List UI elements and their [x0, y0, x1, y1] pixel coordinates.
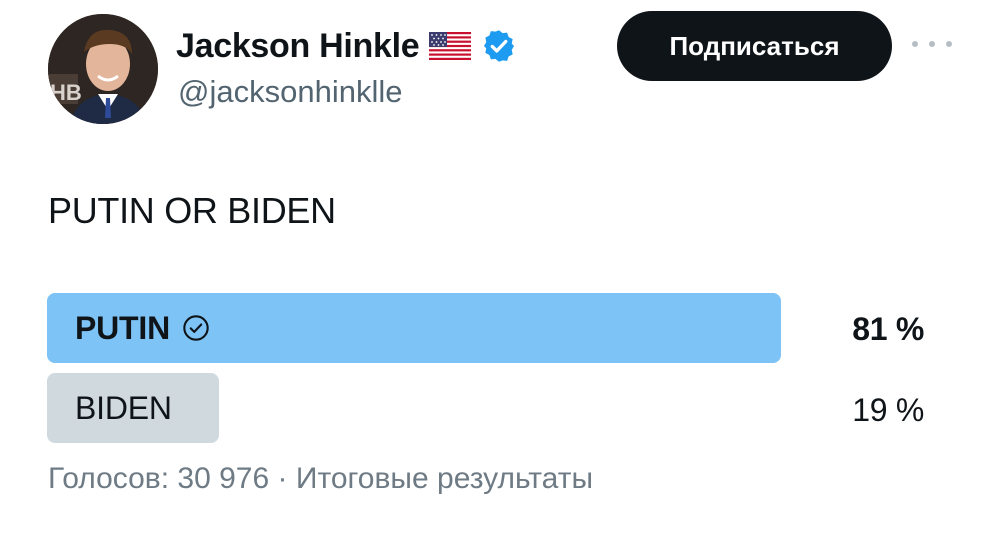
check-circle-icon: [182, 314, 210, 342]
avatar-backdrop-text: HB: [50, 80, 82, 105]
tweet-text: PUTIN OR BIDEN: [48, 190, 336, 231]
poll-option-label: BIDEN: [75, 389, 172, 426]
more-dot: [929, 41, 935, 47]
poll-status: Итоговые результаты: [295, 462, 594, 495]
author-name-row: Jackson Hinkle: [176, 24, 517, 68]
poll-votes-count: Голосов: 30 976: [48, 462, 270, 495]
more-horizontal-icon[interactable]: [912, 34, 952, 54]
us-flag-icon: [429, 32, 472, 60]
more-dot: [912, 41, 918, 47]
more-dot: [946, 41, 952, 47]
author-display-name[interactable]: Jackson Hinkle: [176, 27, 420, 66]
poll-footer: Голосов: 30 976 · Итоговые результаты: [48, 462, 593, 496]
poll-footer-separator: ·: [277, 462, 288, 495]
verified-badge-icon[interactable]: [481, 28, 517, 64]
poll-option-putin-bar: PUTIN: [47, 293, 781, 363]
poll-option-label: PUTIN: [75, 309, 171, 346]
poll-option-percent: 19 %: [852, 392, 924, 428]
author-handle[interactable]: @jacksonhinklle: [178, 74, 402, 110]
avatar[interactable]: HB: [48, 14, 158, 124]
poll-option-biden-bar: BIDEN: [47, 373, 219, 443]
follow-button[interactable]: Подписаться: [617, 11, 892, 81]
poll-option-percent: 81 %: [852, 311, 924, 347]
